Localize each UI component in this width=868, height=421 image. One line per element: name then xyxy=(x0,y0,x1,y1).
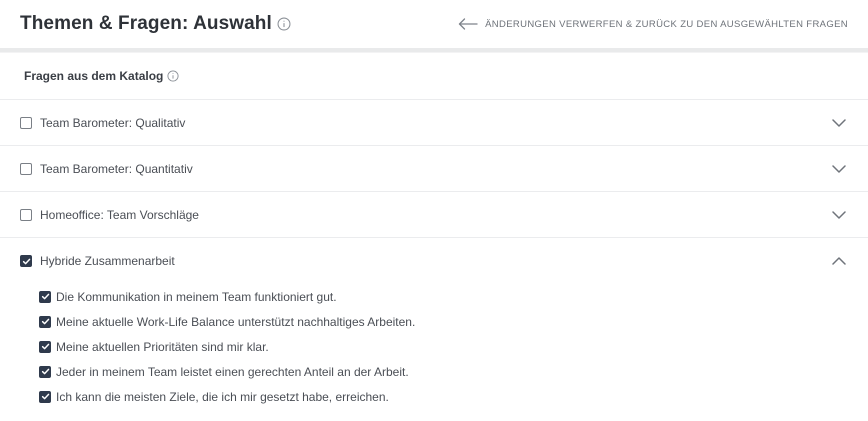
arrow-left-icon xyxy=(458,18,478,30)
group-checkbox[interactable] xyxy=(20,162,32,175)
question-label: Ich kann die meisten Ziele, die ich mir … xyxy=(56,389,389,404)
question-checkbox[interactable] xyxy=(39,390,51,403)
checkmark-icon xyxy=(41,343,49,350)
chevron-down-icon[interactable] xyxy=(832,164,846,173)
question-item[interactable]: Meine aktuellen Prioritäten sind mir kla… xyxy=(39,334,868,359)
group-label: Hybride Zusammenarbeit xyxy=(40,254,175,268)
question-item[interactable]: Ich kann die meisten Ziele, die ich mir … xyxy=(39,384,868,409)
group-label: Team Barometer: Qualitativ xyxy=(40,115,186,130)
question-label: Meine aktuelle Work-Life Balance unterst… xyxy=(56,314,416,329)
question-checkbox[interactable] xyxy=(39,340,51,353)
discard-changes-label: Änderungen verwerfen & zurück zu den aus… xyxy=(485,18,848,30)
checkmark-icon xyxy=(41,393,49,400)
question-label: Jeder in meinem Team leistet einen gerec… xyxy=(56,364,409,379)
question-label: Die Kommunikation in meinem Team funktio… xyxy=(56,289,337,304)
group-label: Team Barometer: Quantitativ xyxy=(40,161,193,176)
group-checkbox[interactable] xyxy=(20,255,32,267)
catalog-label: Fragen aus dem Katalog xyxy=(24,69,164,83)
question-item[interactable]: Die Kommunikation in meinem Team funktio… xyxy=(39,284,868,309)
page-header: Themen & Fragen: Auswahl Änderungen verw… xyxy=(0,0,868,48)
question-checkbox[interactable] xyxy=(39,315,51,328)
group-row-team-barometer-quantitativ[interactable]: Team Barometer: Quantitativ xyxy=(0,146,868,192)
chevron-down-icon[interactable] xyxy=(832,210,846,219)
group-checkbox[interactable] xyxy=(20,116,32,129)
chevron-up-icon[interactable] xyxy=(832,257,846,265)
group-left: Homeoffice: Team Vorschläge xyxy=(20,208,199,222)
catalog-section-header: Fragen aus dem Katalog xyxy=(0,53,868,100)
question-item[interactable]: Meine aktuelle Work-Life Balance unterst… xyxy=(39,309,868,334)
group-left: Team Barometer: Qualitativ xyxy=(20,116,185,130)
checkmark-icon xyxy=(22,258,30,264)
group-left: Team Barometer: Quantitativ xyxy=(20,162,193,176)
checkmark-icon xyxy=(41,368,49,375)
chevron-down-icon[interactable] xyxy=(832,118,846,127)
question-label: Meine aktuellen Prioritäten sind mir kla… xyxy=(56,339,269,354)
group-left: Hybride Zusammenarbeit xyxy=(20,254,175,268)
discard-changes-link[interactable]: Änderungen verwerfen & zurück zu den aus… xyxy=(458,18,848,30)
question-item[interactable]: Jeder in meinem Team leistet einen gerec… xyxy=(39,359,868,384)
checkmark-icon xyxy=(41,293,49,300)
question-list: Die Kommunikation in meinem Team funktio… xyxy=(0,284,868,409)
question-checkbox[interactable] xyxy=(39,290,51,303)
group-row-homeoffice-team-vorschlaege[interactable]: Homeoffice: Team Vorschläge xyxy=(0,192,868,238)
question-checkbox[interactable] xyxy=(39,365,51,378)
group-label: Homeoffice: Team Vorschläge xyxy=(40,207,199,222)
title-wrap: Themen & Fragen: Auswahl xyxy=(20,13,291,35)
group-row-hybride-zusammenarbeit[interactable]: Hybride Zusammenarbeit xyxy=(0,238,868,284)
group-row-team-barometer-qualitativ[interactable]: Team Barometer: Qualitativ xyxy=(0,100,868,146)
page-title: Themen & Fragen: Auswahl xyxy=(20,13,272,34)
info-icon[interactable] xyxy=(277,17,291,31)
checkmark-icon xyxy=(41,318,49,325)
info-icon[interactable] xyxy=(167,70,179,82)
group-checkbox[interactable] xyxy=(20,208,32,221)
